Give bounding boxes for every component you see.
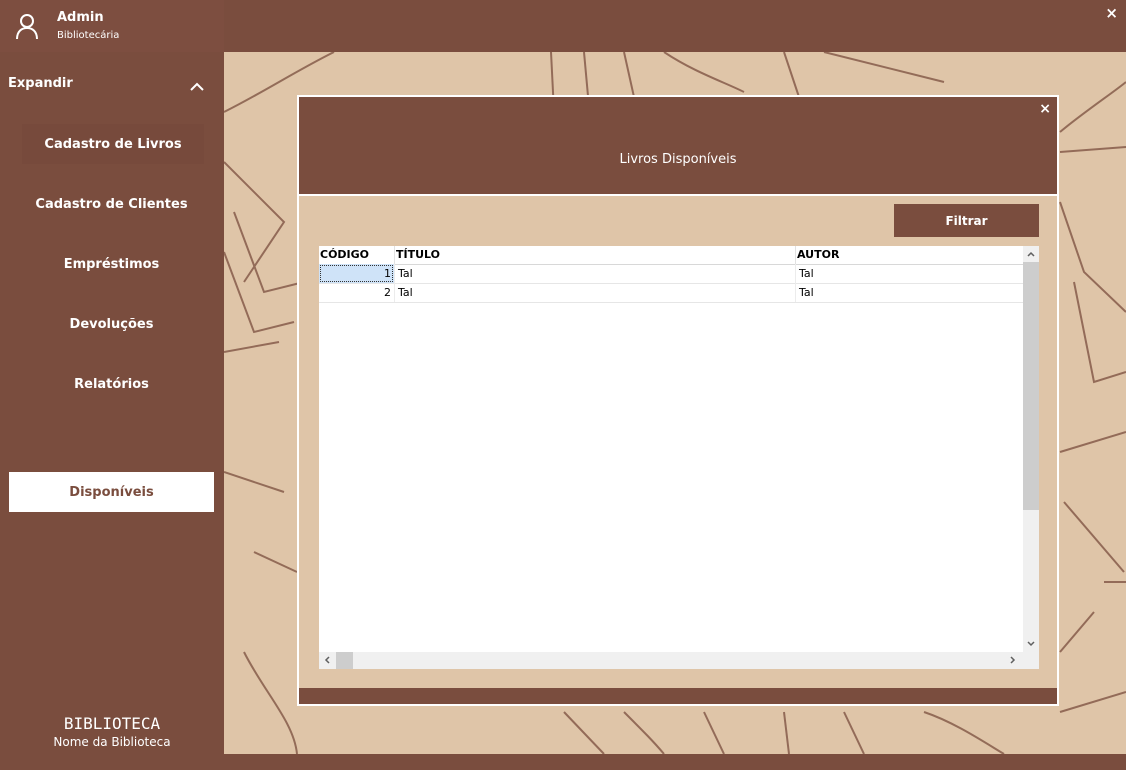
sidebar-item-disponiveis[interactable]: Disponíveis [9, 472, 214, 512]
column-header-titulo[interactable]: TÍTULO [394, 246, 795, 264]
cell-titulo[interactable]: Tal [394, 283, 795, 302]
sidebar: Expandir Cadastro de Livros Cadastro de … [0, 52, 224, 770]
cell-codigo[interactable]: 2 [319, 283, 394, 302]
horizontal-scroll-thumb[interactable] [336, 652, 353, 669]
sidebar-item-emprestimos[interactable]: Empréstimos [9, 244, 214, 284]
dialog-title: Livros Disponíveis [619, 152, 737, 167]
vertical-scrollbar[interactable] [1023, 246, 1039, 652]
table-row[interactable]: 1 Tal Tal [319, 264, 1023, 284]
dialog-close-icon[interactable]: × [1039, 101, 1051, 117]
sidebar-item-cadastro-livros[interactable]: Cadastro de Livros [22, 124, 204, 164]
app-close-icon[interactable]: × [1105, 4, 1118, 22]
user-panel: Admin Bibliotecária [0, 0, 224, 52]
sidebar-item-devolucoes[interactable]: Devoluções [9, 304, 214, 344]
column-header-autor[interactable]: AUTOR [795, 246, 1023, 264]
sidebar-item-relatorios[interactable]: Relatórios [9, 364, 214, 404]
sidebar-item-cadastro-clientes[interactable]: Cadastro de Clientes [9, 184, 214, 224]
brand-subtitle: Nome da Biblioteca [53, 735, 171, 749]
expand-toggle-label[interactable]: Expandir [8, 76, 73, 91]
column-header-codigo[interactable]: CÓDIGO [319, 246, 394, 264]
dialog-header: Livros Disponíveis × [299, 97, 1057, 196]
filter-button[interactable]: Filtrar [894, 204, 1039, 237]
cell-autor[interactable]: Tal [795, 283, 1023, 302]
user-name: Admin [57, 10, 104, 25]
scroll-left-icon[interactable] [319, 652, 335, 668]
scroll-down-icon[interactable] [1023, 636, 1039, 652]
dialog-footer [299, 688, 1057, 704]
books-table[interactable]: CÓDIGO TÍTULO AUTOR 1 Tal Tal 2 Tal Tal [319, 246, 1039, 669]
scrollbar-corner [1023, 652, 1039, 669]
available-books-dialog: Livros Disponíveis × Filtrar CÓDIGO TÍTU… [297, 95, 1059, 706]
scroll-up-icon[interactable] [1023, 246, 1039, 262]
cell-codigo[interactable]: 1 [319, 264, 394, 283]
top-bar: Admin Bibliotecária × [0, 0, 1126, 52]
cell-titulo[interactable]: Tal [394, 264, 795, 283]
table-header: CÓDIGO TÍTULO AUTOR [319, 246, 1023, 265]
bottom-bar [224, 754, 1126, 770]
user-role: Bibliotecária [57, 30, 120, 41]
vertical-scroll-thumb[interactable] [1023, 262, 1039, 510]
cell-autor[interactable]: Tal [795, 264, 1023, 283]
chevron-up-icon[interactable] [189, 82, 205, 92]
brand-title: BIBLIOTECA [63, 714, 161, 733]
horizontal-scrollbar[interactable] [319, 652, 1023, 669]
scroll-right-icon[interactable] [1005, 652, 1021, 668]
table-row[interactable]: 2 Tal Tal [319, 283, 1023, 303]
user-icon [16, 14, 38, 40]
